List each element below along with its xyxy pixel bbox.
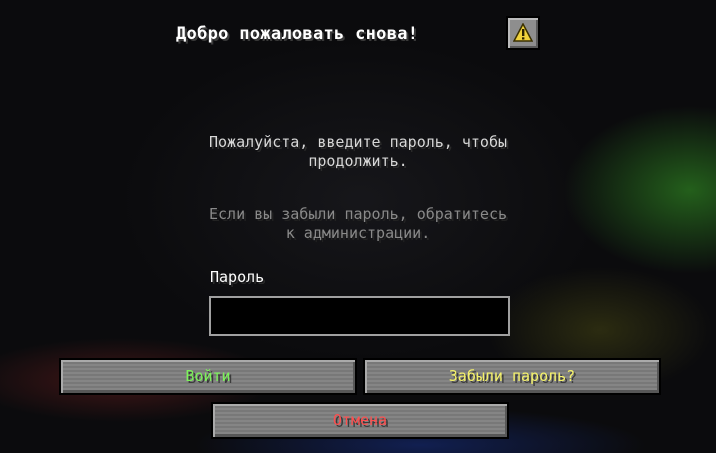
warning-button[interactable] xyxy=(506,16,540,50)
cancel-button[interactable]: Отмена xyxy=(211,402,509,439)
forgot-password-button[interactable]: Забыли пароль? xyxy=(363,358,661,395)
login-button[interactable]: Войти xyxy=(59,358,357,395)
password-input[interactable] xyxy=(209,296,510,336)
login-prompt-text: Пожалуйста, введите пароль, чтобы продол… xyxy=(208,133,507,170)
forgot-password-hint: Если вы забыли пароль, обратитесь к адми… xyxy=(208,205,507,242)
warning-triangle-icon xyxy=(513,23,533,42)
password-label: Пароль xyxy=(210,268,265,286)
header: Добро пожаловать снова! xyxy=(0,16,716,52)
page-title: Добро пожаловать снова! xyxy=(176,24,419,44)
